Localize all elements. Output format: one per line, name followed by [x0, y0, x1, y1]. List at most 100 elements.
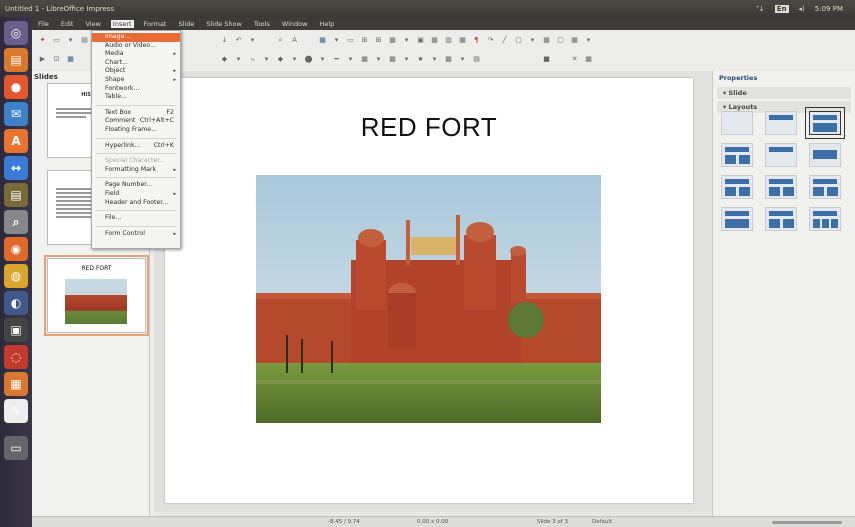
tb2-button-21-icon[interactable]: ━ — [332, 55, 341, 64]
sound-icon[interactable]: ◂) — [799, 5, 805, 13]
layout-title-4content[interactable] — [765, 207, 797, 231]
launcher-app-icon-7[interactable]: ⌕ — [4, 210, 28, 234]
tb1-button-30-icon[interactable]: ▦ — [458, 36, 467, 45]
launcher-files-icon-1[interactable]: ▤ — [4, 48, 28, 72]
tb2-button-12-icon[interactable] — [206, 55, 215, 64]
layout-title-only[interactable] — [765, 143, 797, 167]
language-indicator[interactable]: En — [774, 4, 789, 13]
tb1-button-27-icon[interactable]: ▣ — [416, 36, 425, 45]
tb1-button-34-icon[interactable]: ▢ — [514, 36, 523, 45]
slide-title[interactable]: RED FORT — [165, 112, 693, 143]
tb1-button-15-icon[interactable]: ▾ — [248, 36, 257, 45]
menu-item-formatting-mark[interactable]: Formatting Mark ▸ — [92, 166, 180, 175]
launcher-trash-icon-15[interactable]: ▭ — [4, 436, 28, 460]
tb2-button-27-icon[interactable]: ★ — [416, 55, 425, 64]
zoom-slider[interactable] — [772, 521, 842, 524]
layout-centered-text[interactable] — [809, 143, 841, 167]
tb1-button-18-icon[interactable]: A — [290, 36, 299, 45]
menu-tools[interactable]: Tools — [252, 20, 272, 28]
tb1-button-24-icon[interactable]: ⊞ — [374, 36, 383, 45]
menu-item-hyperlink[interactable]: Hyperlink... Ctrl+K — [92, 142, 180, 151]
menu-help[interactable]: Help — [317, 20, 336, 28]
tb2-button-11-icon[interactable] — [192, 55, 201, 64]
tb1-button-38-icon[interactable]: ▦ — [570, 36, 579, 45]
slide-thumbnail-3[interactable]: 3 RED FORT — [44, 255, 149, 336]
menu-insert[interactable]: Insert — [110, 19, 134, 28]
tb1-button-13-icon[interactable]: ↓ — [220, 36, 229, 45]
menu-item-media[interactable]: Media ▸ — [92, 50, 180, 59]
tb2-button-13-icon[interactable]: ◆ — [220, 55, 229, 64]
layout-title-6content[interactable] — [809, 207, 841, 231]
tb2-button-0-icon[interactable]: ▶ — [38, 55, 47, 64]
tb2-button-26-icon[interactable]: ▾ — [402, 55, 411, 64]
layout-2content-title[interactable] — [721, 175, 753, 199]
launcher-app-icon-12[interactable]: ◌ — [4, 345, 28, 369]
tb1-button-23-icon[interactable]: ⊞ — [360, 36, 369, 45]
menu-window[interactable]: Window — [280, 20, 310, 28]
tb2-button-28-icon[interactable]: ▾ — [430, 55, 439, 64]
tb2-button-1-icon[interactable]: ⊡ — [52, 55, 61, 64]
tb1-button-21-icon[interactable]: ▾ — [332, 36, 341, 45]
tb1-button-17-icon[interactable]: ⌕ — [276, 36, 285, 45]
tb1-button-28-icon[interactable]: ▦ — [430, 36, 439, 45]
tb1-button-11-icon[interactable] — [192, 36, 201, 45]
menu-item-comment[interactable]: Comment Ctrl+Alt+C — [92, 117, 180, 126]
menu-item-audio-or-video[interactable]: Audio or Video... — [92, 42, 180, 51]
menu-item-file[interactable]: File... — [92, 214, 180, 223]
layout-title-2content[interactable] — [721, 143, 753, 167]
tb2-button-14-icon[interactable]: ▾ — [234, 55, 243, 64]
tb1-button-3-icon[interactable]: ▤ — [80, 36, 89, 45]
layout-title-2content-content[interactable] — [809, 175, 841, 199]
tb2-button-24-icon[interactable]: ▾ — [374, 55, 383, 64]
menu-item-shape[interactable]: Shape ▸ — [92, 76, 180, 85]
slide-canvas[interactable]: RED FORT — [165, 78, 693, 503]
tb2-button-17-icon[interactable]: ◆ — [276, 55, 285, 64]
tb2-button-34-icon[interactable] — [514, 55, 523, 64]
tb1-button-32-icon[interactable]: ↷ — [486, 36, 495, 45]
tb1-button-39-icon[interactable]: ▾ — [584, 36, 593, 45]
tb2-button-39-icon[interactable]: ▦ — [584, 55, 593, 64]
tb2-button-15-icon[interactable]: ⤷ — [248, 55, 257, 64]
tb1-button-20-icon[interactable]: ▦ — [318, 36, 327, 45]
tb1-button-37-icon[interactable]: ▢ — [556, 36, 565, 45]
tb1-button-0-icon[interactable]: ✦ — [38, 36, 47, 45]
tb2-button-16-icon[interactable]: ▾ — [262, 55, 271, 64]
tb2-button-38-icon[interactable]: ✕ — [570, 55, 579, 64]
tb2-button-20-icon[interactable]: ▾ — [318, 55, 327, 64]
menu-item-form-control[interactable]: Form Control ▸ — [92, 230, 180, 239]
vertical-scrollbar[interactable] — [706, 71, 711, 512]
launcher-dash-icon-0[interactable]: ◎ — [4, 21, 28, 45]
menu-item-image[interactable]: Image... — [92, 33, 180, 42]
launcher-impress-icon-5[interactable]: ↔ — [4, 156, 28, 180]
layout-content-2content[interactable] — [765, 175, 797, 199]
layout-blank[interactable] — [721, 111, 753, 135]
menu-item-fontwork[interactable]: Fontwork... — [92, 85, 180, 94]
tb1-button-29-icon[interactable]: ▥ — [444, 36, 453, 45]
tb2-button-22-icon[interactable]: ▾ — [346, 55, 355, 64]
tb2-button-37-icon[interactable] — [556, 55, 565, 64]
menu-view[interactable]: View — [83, 20, 102, 28]
menu-item-header-and-footer[interactable]: Header and Footer... — [92, 199, 180, 208]
slide-image[interactable] — [256, 175, 601, 423]
menu-slide-show[interactable]: Slide Show — [204, 20, 243, 28]
tb1-button-12-icon[interactable] — [206, 36, 215, 45]
layout-title-content[interactable] — [805, 107, 845, 139]
menu-item-floating-frame[interactable]: Floating Frame... — [92, 126, 180, 135]
menu-item-table[interactable]: Table... — [92, 93, 180, 102]
menu-format[interactable]: Format — [142, 20, 169, 28]
layout-title-slide[interactable] — [765, 111, 797, 135]
tb2-button-36-icon[interactable]: ■ — [542, 55, 551, 64]
tb2-button-29-icon[interactable]: ▦ — [444, 55, 453, 64]
tb2-button-2-icon[interactable]: ▦ — [66, 55, 75, 64]
slide-section[interactable]: ▾ Slide — [717, 87, 851, 99]
launcher-app-icon-14[interactable]: ✎ — [4, 399, 28, 423]
menu-edit[interactable]: Edit — [59, 20, 76, 28]
tb2-button-33-icon[interactable] — [500, 55, 509, 64]
tb1-button-22-icon[interactable]: ▭ — [346, 36, 355, 45]
tb1-button-25-icon[interactable]: ▦ — [388, 36, 397, 45]
launcher-firefox-icon-2[interactable]: ● — [4, 75, 28, 99]
menu-item-field[interactable]: Field ▸ — [92, 190, 180, 199]
tb1-button-16-icon[interactable] — [262, 36, 271, 45]
launcher-app-icon-6[interactable]: ▤ — [4, 183, 28, 207]
tb2-button-31-icon[interactable]: ▤ — [472, 55, 481, 64]
